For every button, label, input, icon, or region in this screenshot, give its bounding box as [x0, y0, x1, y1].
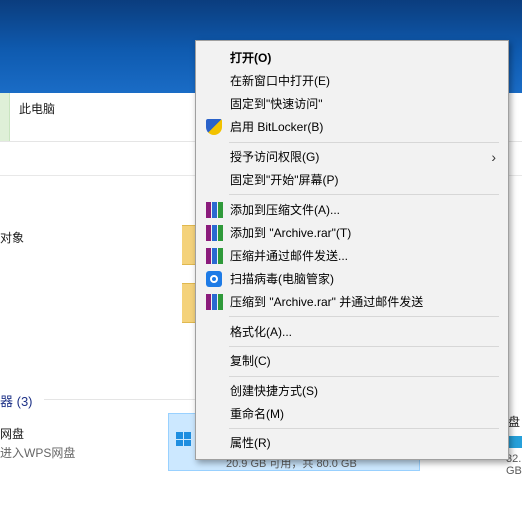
menu-item-rename[interactable]: 重命名(M) [196, 403, 508, 425]
cloud-drive-subtitle: 进入WPS网盘 [0, 446, 76, 460]
menu-separator [229, 376, 499, 377]
right-drive-label[interactable]: 盘 [508, 413, 520, 430]
ribbon-tab-indicator [0, 93, 10, 141]
winrar-icon [206, 202, 223, 218]
objects-group-label: 对象 [0, 231, 25, 245]
menu-separator [229, 194, 499, 195]
menu-item-pin-start[interactable]: 固定到"开始"屏幕(P) [196, 169, 508, 191]
this-pc-label[interactable]: 此电脑 [19, 100, 55, 117]
shield-icon [206, 119, 222, 135]
context-menu: 打开(O) 在新窗口中打开(E) 固定到"快速访问" 启用 BitLocker(… [195, 40, 509, 460]
winrar-icon [206, 294, 223, 310]
menu-item-label: 重命名(M) [230, 407, 284, 421]
menu-item-create-shortcut[interactable]: 创建快捷方式(S) [196, 380, 508, 402]
antivirus-icon [206, 271, 222, 287]
menu-item-compress-email[interactable]: 压缩并通过邮件发送... [196, 245, 508, 267]
menu-item-label: 添加到压缩文件(A)... [230, 203, 340, 217]
menu-separator [229, 316, 499, 317]
menu-item-grant-access[interactable]: 授予访问权限(G) › [196, 146, 508, 168]
menu-separator [229, 142, 499, 143]
winrar-icon [206, 225, 223, 241]
menu-item-open[interactable]: 打开(O) [196, 47, 508, 69]
windows-drive-icon [176, 432, 192, 446]
cloud-drive-name[interactable]: 网盘 [0, 425, 24, 442]
menu-item-label: 压缩并通过邮件发送... [230, 249, 349, 263]
menu-item-bitlocker[interactable]: 启用 BitLocker(B) [196, 116, 508, 138]
devices-section-title[interactable]: 器 (3) [0, 391, 33, 410]
menu-item-open-new-window[interactable]: 在新窗口中打开(E) [196, 70, 508, 92]
menu-item-label: 固定到"快速访问" [230, 97, 323, 111]
menu-item-label: 属性(R) [230, 436, 271, 450]
menu-separator [229, 428, 499, 429]
menu-item-compress-rar-email[interactable]: 压缩到 "Archive.rar" 并通过邮件发送 [196, 291, 508, 313]
menu-item-properties[interactable]: 属性(R) [196, 432, 508, 454]
menu-item-label: 打开(O) [230, 51, 272, 65]
menu-item-scan-virus[interactable]: 扫描病毒(电脑管家) [196, 268, 508, 290]
menu-item-label: 固定到"开始"屏幕(P) [230, 173, 339, 187]
menu-item-label: 授予访问权限(G) [230, 150, 320, 164]
menu-item-format[interactable]: 格式化(A)... [196, 321, 508, 343]
menu-item-label: 添加到 "Archive.rar"(T) [230, 226, 352, 240]
menu-separator [229, 346, 499, 347]
winrar-icon [206, 248, 223, 264]
menu-item-add-archive[interactable]: 添加到压缩文件(A)... [196, 199, 508, 221]
menu-item-label: 扫描病毒(电脑管家) [230, 272, 334, 286]
menu-item-label: 复制(C) [230, 354, 271, 368]
menu-item-copy[interactable]: 复制(C) [196, 350, 508, 372]
menu-item-label: 在新窗口中打开(E) [230, 74, 330, 88]
menu-item-label: 格式化(A)... [230, 325, 292, 339]
menu-item-label: 压缩到 "Archive.rar" 并通过邮件发送 [230, 295, 424, 309]
menu-item-label: 启用 BitLocker(B) [230, 120, 324, 134]
menu-item-add-archive-rar[interactable]: 添加到 "Archive.rar"(T) [196, 222, 508, 244]
menu-item-pin-quick-access[interactable]: 固定到"快速访问" [196, 93, 508, 115]
chevron-right-icon: › [491, 149, 496, 165]
menu-item-label: 创建快捷方式(S) [230, 384, 318, 398]
